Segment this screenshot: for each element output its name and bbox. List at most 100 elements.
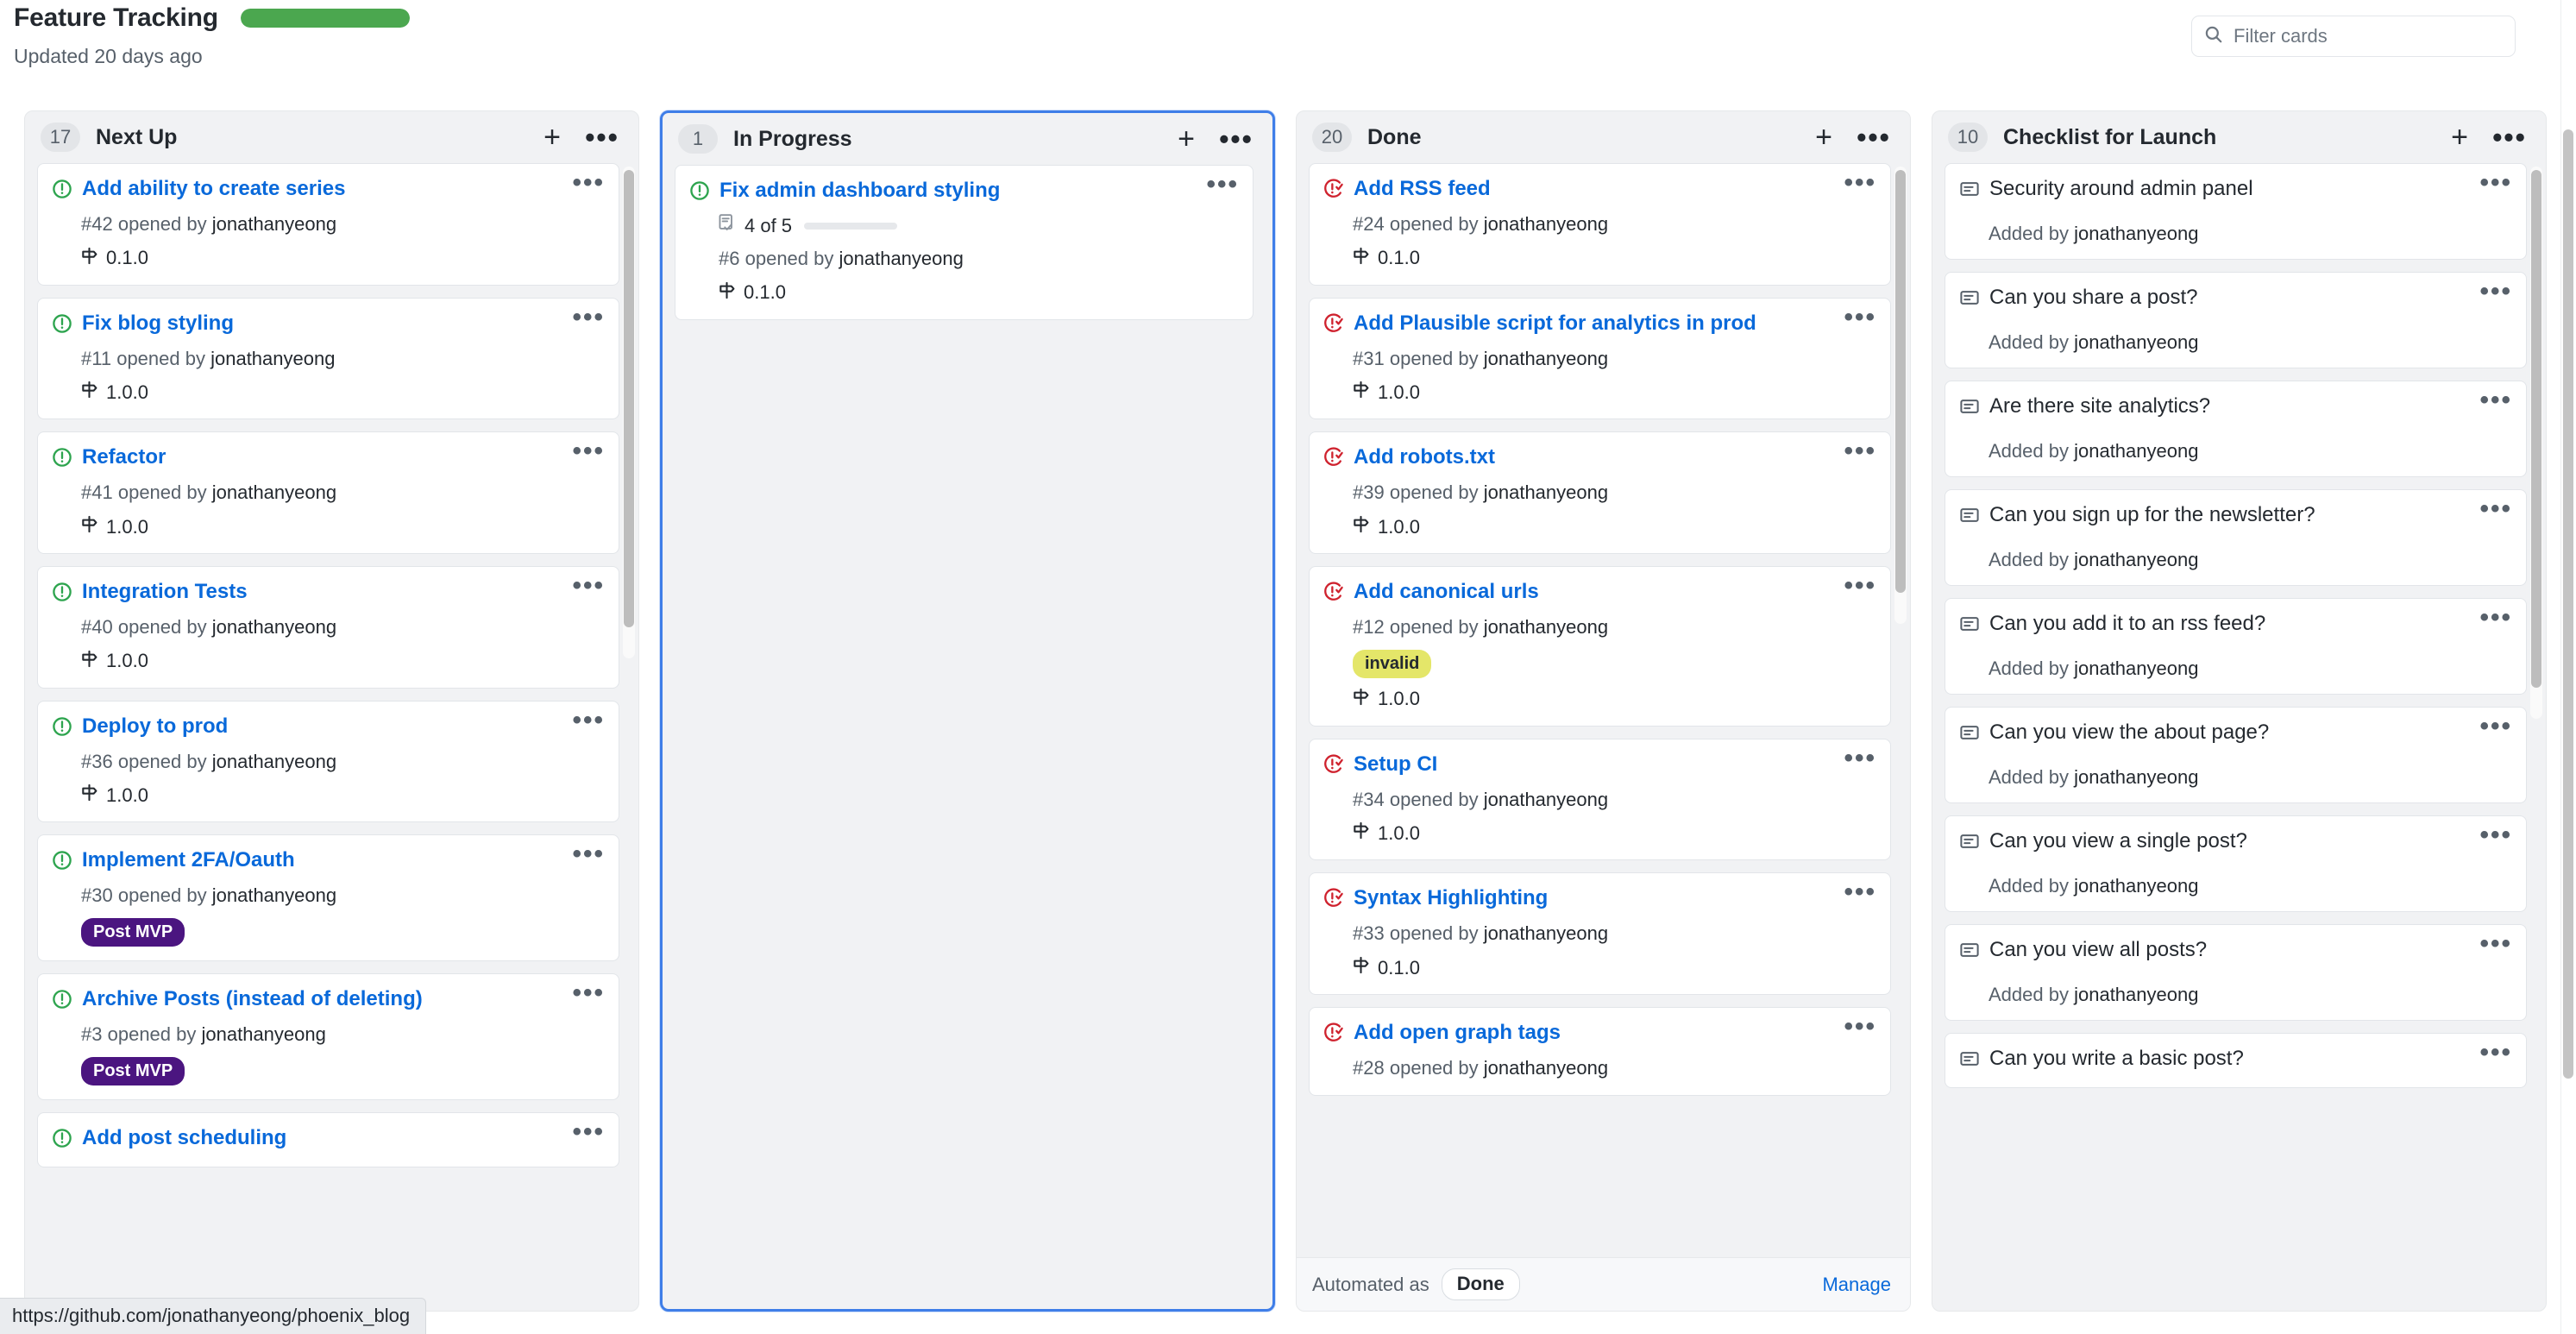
card-milestone[interactable]: 1.0.0 — [1323, 687, 1876, 712]
card-milestone[interactable]: 1.0.0 — [1323, 380, 1876, 405]
card-title-link[interactable]: Archive Posts (instead of deleting) — [82, 986, 554, 1013]
card-author[interactable]: jonathanyeong — [1484, 616, 1608, 638]
card-title-link[interactable]: Add open graph tags — [1354, 1020, 1825, 1047]
card-author[interactable]: jonathanyeong — [1484, 481, 1608, 503]
board-card[interactable]: Can you view the about page? ••• Added by … — [1945, 707, 2527, 803]
column-menu-button[interactable]: ••• — [1857, 120, 1891, 154]
column-card-list[interactable]: Security around admin panel ••• Added by j… — [1932, 163, 2546, 1311]
card-title-link[interactable]: Refactor — [82, 444, 554, 471]
filter-cards-box[interactable] — [2191, 16, 2516, 57]
card-title-link[interactable]: Add ability to create series — [82, 176, 554, 203]
column-card-list[interactable]: Add RSS feed ••• #24 opened by jonathanyeo… — [1297, 163, 1910, 1257]
add-card-button[interactable]: + — [2442, 120, 2477, 154]
card-menu-button[interactable]: ••• — [1835, 1014, 1876, 1040]
card-menu-button[interactable]: ••• — [1835, 745, 1876, 771]
card-author[interactable]: jonathanyeong — [212, 213, 336, 235]
manage-automation-link[interactable]: Manage — [1822, 1274, 1891, 1296]
board-card[interactable]: Fix blog styling ••• #11 opened by jonatha… — [37, 297, 619, 420]
card-milestone[interactable]: 1.0.0 — [52, 380, 605, 405]
column-scrollbar-thumb[interactable] — [1895, 170, 1906, 593]
search-input[interactable] — [2234, 25, 2503, 47]
board-card[interactable]: Add canonical urls ••• #12 opened by jonat… — [1309, 566, 1891, 727]
card-menu-button[interactable]: ••• — [563, 1118, 605, 1144]
card-author[interactable]: jonathanyeong — [212, 616, 336, 638]
card-author[interactable]: jonathanyeong — [1484, 1057, 1608, 1079]
card-author[interactable]: jonathanyeong — [2074, 875, 2198, 897]
card-milestone[interactable]: 1.0.0 — [52, 514, 605, 539]
column-scrollbar-thumb[interactable] — [624, 170, 634, 627]
card-title-link[interactable]: Fix blog styling — [82, 311, 554, 337]
card-author[interactable]: jonathanyeong — [212, 751, 336, 772]
card-title-link[interactable]: Can you write a basic post? — [1989, 1046, 2461, 1073]
card-milestone[interactable]: 0.1.0 — [1323, 246, 1876, 271]
card-menu-button[interactable]: ••• — [563, 707, 605, 733]
column-scrollbar-thumb[interactable] — [2531, 170, 2541, 688]
board-card[interactable]: Can you write a basic post? ••• — [1945, 1033, 2527, 1088]
card-menu-button[interactable]: ••• — [563, 304, 605, 330]
card-title-link[interactable]: Setup CI — [1354, 752, 1825, 778]
card-author[interactable]: jonathanyeong — [212, 884, 336, 906]
board-card[interactable]: Refactor ••• #41 opened by jonathanyeong 1.… — [37, 431, 619, 555]
card-menu-button[interactable]: ••• — [2471, 605, 2512, 631]
card-title-link[interactable]: Are there site analytics? — [1989, 393, 2461, 420]
card-menu-button[interactable]: ••• — [1835, 304, 1876, 330]
card-menu-button[interactable]: ••• — [2471, 1040, 2512, 1066]
column-menu-button[interactable]: ••• — [2492, 120, 2527, 154]
board-card[interactable]: Security around admin panel ••• Added by j… — [1945, 163, 2527, 260]
card-label[interactable]: Post MVP — [81, 918, 185, 947]
board-card[interactable]: Implement 2FA/Oauth ••• #30 opened by jona… — [37, 834, 619, 962]
board-card[interactable]: Can you share a post? ••• Added by jonatha… — [1945, 272, 2527, 368]
card-author[interactable]: jonathanyeong — [1484, 348, 1608, 369]
card-title-link[interactable]: Deploy to prod — [82, 714, 554, 740]
card-title-link[interactable]: Fix admin dashboard styling — [719, 178, 1188, 205]
column-card-list[interactable]: Fix admin dashboard styling ••• 4 of 5 #6 o… — [663, 165, 1272, 1309]
card-title-link[interactable]: Syntax Highlighting — [1354, 885, 1825, 912]
card-menu-button[interactable]: ••• — [1835, 170, 1876, 196]
board-card[interactable]: Add post scheduling ••• — [37, 1111, 619, 1167]
board-card[interactable]: Add robots.txt ••• #39 opened by jonathany… — [1309, 431, 1891, 555]
board-column-checklist-for-launch[interactable]: 10 Checklist for Launch + ••• Security aroun… — [1932, 110, 2547, 1312]
card-author[interactable]: jonathanyeong — [212, 481, 336, 503]
card-menu-button[interactable]: ••• — [2471, 279, 2512, 305]
column-menu-button[interactable]: ••• — [585, 120, 619, 154]
card-milestone[interactable]: 1.0.0 — [1323, 514, 1876, 539]
card-milestone[interactable]: 0.1.0 — [1323, 955, 1876, 980]
card-author[interactable]: jonathanyeong — [2074, 331, 2198, 353]
card-milestone[interactable]: 0.1.0 — [689, 280, 1239, 305]
board-card[interactable]: Archive Posts (instead of deleting) ••• #3… — [37, 973, 619, 1100]
board-card[interactable]: Can you view all posts? ••• Added by jonat… — [1945, 924, 2527, 1021]
card-title-link[interactable]: Add canonical urls — [1354, 579, 1825, 606]
card-author[interactable]: jonathanyeong — [2074, 766, 2198, 788]
card-menu-button[interactable]: ••• — [563, 980, 605, 1006]
card-author[interactable]: jonathanyeong — [1484, 789, 1608, 810]
card-menu-button[interactable]: ••• — [2471, 822, 2512, 848]
board-card[interactable]: Deploy to prod ••• #36 opened by jonathany… — [37, 700, 619, 823]
card-title-link[interactable]: Implement 2FA/Oauth — [82, 847, 554, 874]
board-card[interactable]: Can you sign up for the newsletter? ••• Ad… — [1945, 489, 2527, 586]
card-menu-button[interactable]: ••• — [563, 841, 605, 867]
card-menu-button[interactable]: ••• — [1835, 438, 1876, 464]
card-title-link[interactable]: Can you add it to an rss feed? — [1989, 611, 2461, 638]
card-menu-button[interactable]: ••• — [563, 438, 605, 464]
board-card[interactable]: Add open graph tags ••• #28 opened by jona… — [1309, 1007, 1891, 1096]
add-card-button[interactable]: + — [1169, 122, 1203, 156]
card-menu-button[interactable]: ••• — [2471, 387, 2512, 413]
card-author[interactable]: jonathanyeong — [210, 348, 335, 369]
card-menu-button[interactable]: ••• — [1197, 172, 1239, 198]
card-title-link[interactable]: Can you share a post? — [1989, 285, 2461, 311]
card-author[interactable]: jonathanyeong — [2074, 440, 2198, 462]
card-title-link[interactable]: Can you view the about page? — [1989, 720, 2461, 746]
card-milestone[interactable]: 1.0.0 — [52, 649, 605, 674]
board-column-in-progress[interactable]: 1 In Progress + ••• Fix admin dashboard styl… — [660, 110, 1275, 1312]
card-author[interactable]: jonathanyeong — [1484, 922, 1608, 944]
card-menu-button[interactable]: ••• — [2471, 496, 2512, 522]
card-title-link[interactable]: Can you view a single post? — [1989, 828, 2461, 855]
board-column-done[interactable]: 20 Done + ••• Add RSS feed ••• #24 opened by j… — [1296, 110, 1911, 1312]
card-menu-button[interactable]: ••• — [2471, 931, 2512, 957]
board-card[interactable]: Setup CI ••• #34 opened by jonathanyeong 1.… — [1309, 738, 1891, 861]
card-milestone[interactable]: 1.0.0 — [52, 783, 605, 808]
card-menu-button[interactable]: ••• — [2471, 714, 2512, 739]
add-card-button[interactable]: + — [535, 120, 569, 154]
card-author[interactable]: jonathanyeong — [2074, 984, 2198, 1005]
card-title-link[interactable]: Can you sign up for the newsletter? — [1989, 502, 2461, 529]
